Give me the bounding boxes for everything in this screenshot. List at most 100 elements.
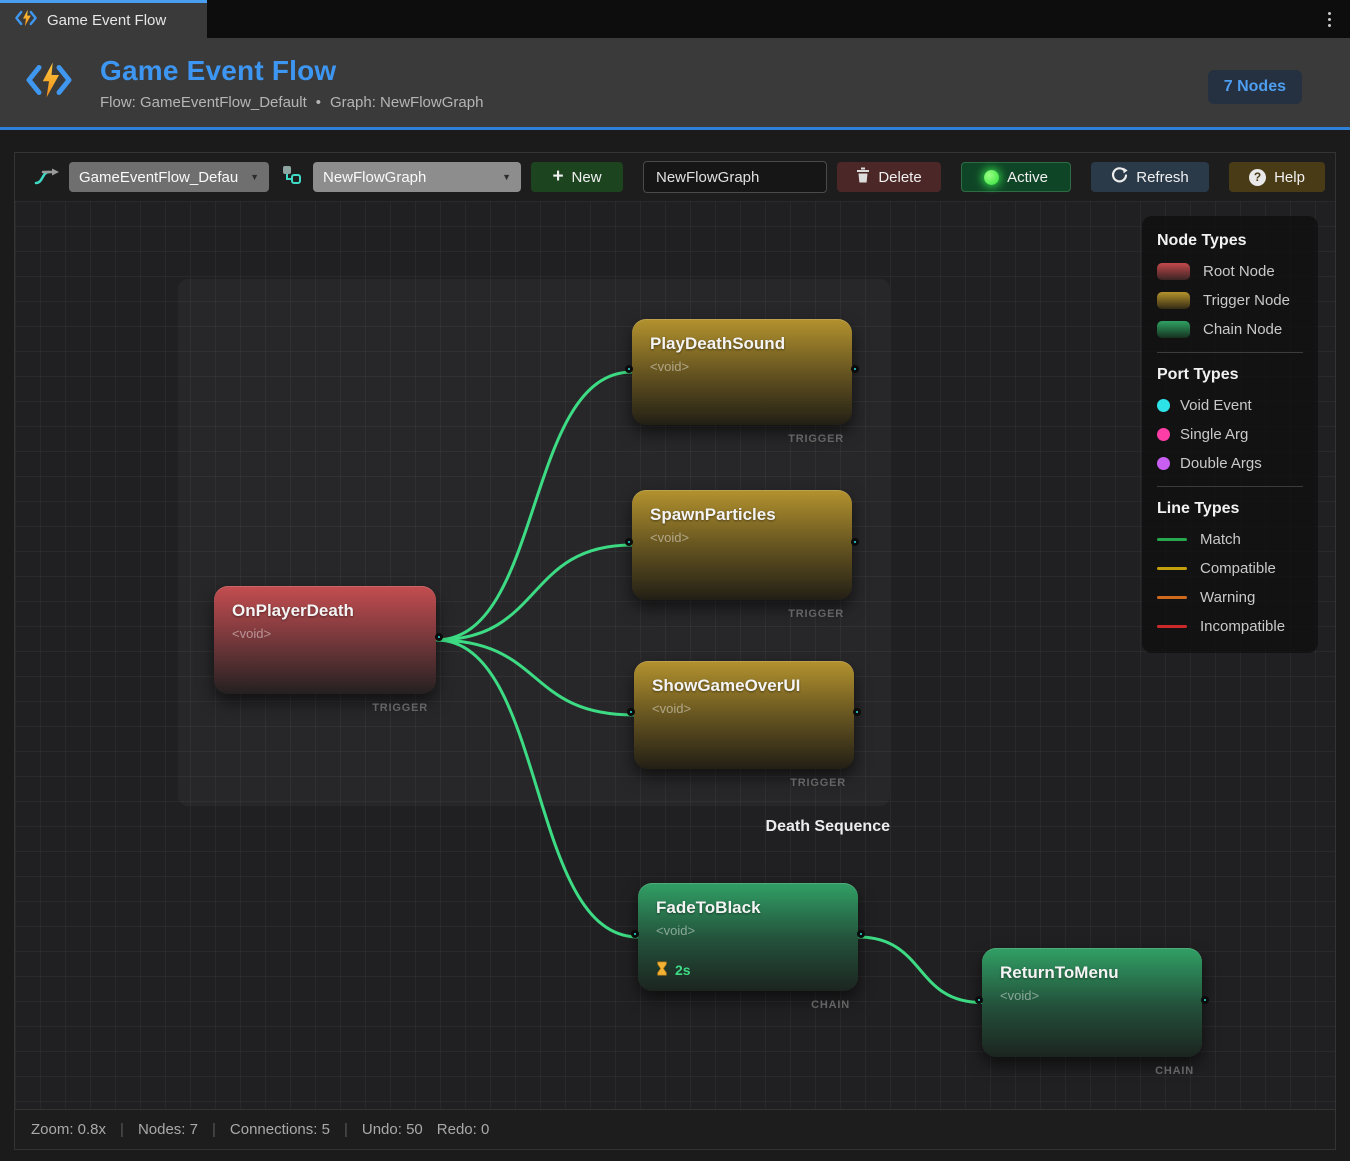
input-port[interactable]: [625, 538, 633, 546]
node-PlayDeathSound[interactable]: PlayDeathSound<void>TRIGGER: [632, 319, 852, 425]
graph-info: Graph: NewFlowGraph: [330, 94, 483, 111]
header-text: Game Event Flow Flow: GameEventFlow_Defa…: [100, 55, 483, 111]
tab-bar: Game Event Flow: [0, 0, 1350, 38]
compatible-line-swatch: [1157, 567, 1187, 570]
output-port[interactable]: [1201, 996, 1209, 1004]
chevron-down-icon: ▼: [502, 172, 511, 182]
output-port[interactable]: [435, 633, 443, 641]
flow-merge-icon: [33, 164, 59, 191]
legend-panel: Node Types Root NodeTrigger NodeChain No…: [1142, 216, 1318, 653]
legend-divider: [1157, 352, 1303, 353]
header-subtitle: Flow: GameEventFlow_Default • Graph: New…: [100, 94, 483, 111]
legend-row: Trigger Node: [1157, 292, 1303, 309]
legend-label: Trigger Node: [1203, 292, 1290, 309]
flow-info: Flow: GameEventFlow_Default: [100, 94, 307, 111]
trash-icon: [856, 167, 870, 187]
refresh-button[interactable]: Refresh: [1091, 162, 1209, 192]
delay-value: 2s: [675, 962, 691, 978]
tab-title: Game Event Flow: [47, 12, 166, 29]
legend-label: Compatible: [1200, 560, 1276, 577]
status-item: Redo: 0: [437, 1121, 490, 1138]
legend-port-types: Void Event Single Arg Double Args: [1157, 397, 1303, 472]
connection-wire[interactable]: [436, 640, 634, 715]
output-port[interactable]: [853, 708, 861, 716]
legend-row: Chain Node: [1157, 321, 1303, 338]
input-port[interactable]: [631, 930, 639, 938]
output-port[interactable]: [851, 538, 859, 546]
connection-wire[interactable]: [858, 937, 982, 1003]
page-title: Game Event Flow: [100, 55, 483, 87]
legend-row: Void Event: [1157, 397, 1303, 414]
node-ShowGameOverUI[interactable]: ShowGameOverUI<void>TRIGGER: [634, 661, 854, 769]
connection-wire[interactable]: [436, 640, 638, 937]
node-ReturnToMenu[interactable]: ReturnToMenu<void>CHAIN: [982, 948, 1202, 1057]
node-signature: <void>: [652, 701, 836, 716]
legend-label: Chain Node: [1203, 321, 1282, 338]
legend-row: Double Args: [1157, 455, 1303, 472]
node-title: PlayDeathSound: [650, 334, 834, 354]
node-SpawnParticles[interactable]: SpawnParticles<void>TRIGGER: [632, 490, 852, 600]
legend-label: Match: [1200, 531, 1241, 548]
legend-line-types-title: Line Types: [1157, 500, 1303, 518]
node-kind-label: CHAIN: [811, 999, 850, 1011]
root-node-swatch: [1157, 263, 1190, 280]
kebab-menu-icon[interactable]: [1319, 9, 1339, 29]
active-toggle-button[interactable]: Active: [961, 162, 1071, 192]
subtitle-separator: •: [316, 94, 321, 111]
hourglass-icon: [656, 961, 668, 979]
legend-label: Double Args: [1180, 455, 1262, 472]
legend-node-types: Root Node Trigger Node Chain Node: [1157, 263, 1303, 338]
app-logo-icon: [14, 9, 38, 32]
node-OnPlayerDeath[interactable]: OnPlayerDeath<void>TRIGGER: [214, 586, 436, 694]
status-separator: |: [344, 1121, 348, 1138]
legend-divider: [1157, 486, 1303, 487]
tab-game-event-flow[interactable]: Game Event Flow: [0, 0, 207, 38]
node-signature: <void>: [650, 359, 834, 374]
app-window: Game Event Flow Game Event Flow Flow: Ga…: [0, 0, 1350, 1161]
node-title: ReturnToMenu: [1000, 963, 1184, 983]
status-item: Zoom: 0.8x: [31, 1121, 106, 1138]
refresh-icon: [1111, 167, 1128, 188]
canvas[interactable]: Death Sequence Node Types Root NodeTrigg…: [15, 201, 1335, 1109]
legend-label: Void Event: [1180, 397, 1252, 414]
plus-icon: +: [552, 167, 563, 186]
chevron-down-icon: ▼: [250, 172, 259, 182]
active-status-icon: [984, 170, 999, 185]
legend-row: Incompatible: [1157, 618, 1303, 635]
flow-dropdown-value: GameEventFlow_Defau: [79, 169, 238, 186]
legend-row: Single Arg: [1157, 426, 1303, 443]
new-graph-button[interactable]: + New: [531, 162, 623, 192]
incompatible-line-swatch: [1157, 625, 1187, 628]
header: Game Event Flow Flow: GameEventFlow_Defa…: [0, 38, 1350, 130]
graph-name-input[interactable]: [643, 161, 827, 193]
graph-hierarchy-icon: [279, 163, 303, 192]
input-port[interactable]: [627, 708, 635, 716]
node-signature: <void>: [1000, 988, 1184, 1003]
connection-wire[interactable]: [436, 372, 632, 640]
legend-label: Incompatible: [1200, 618, 1285, 635]
delay-badge: 2s: [656, 961, 691, 979]
delete-button[interactable]: Delete: [837, 162, 941, 192]
graph-dropdown[interactable]: NewFlowGraph ▼: [313, 162, 521, 192]
status-item: Undo: 50: [362, 1121, 423, 1138]
input-port[interactable]: [975, 996, 983, 1004]
node-kind-label: TRIGGER: [372, 702, 428, 714]
legend-label: Root Node: [1203, 263, 1275, 280]
input-port[interactable]: [625, 365, 633, 373]
legend-row: Warning: [1157, 589, 1303, 606]
legend-row: Match: [1157, 531, 1303, 548]
status-item: Nodes: 7: [138, 1121, 198, 1138]
status-separator: |: [212, 1121, 216, 1138]
help-button[interactable]: ? Help: [1229, 162, 1325, 192]
flow-dropdown[interactable]: GameEventFlow_Defau ▼: [69, 162, 269, 192]
node-title: OnPlayerDeath: [232, 601, 418, 621]
output-port[interactable]: [857, 930, 865, 938]
node-title: ShowGameOverUI: [652, 676, 836, 696]
node-FadeToBlack[interactable]: FadeToBlack<void>2sCHAIN: [638, 883, 858, 991]
output-port[interactable]: [851, 365, 859, 373]
graph-dropdown-value: NewFlowGraph: [323, 169, 426, 186]
legend-port-types-title: Port Types: [1157, 366, 1303, 384]
node-kind-label: CHAIN: [1155, 1065, 1194, 1077]
status-separator: |: [120, 1121, 124, 1138]
connection-wire[interactable]: [436, 545, 632, 640]
